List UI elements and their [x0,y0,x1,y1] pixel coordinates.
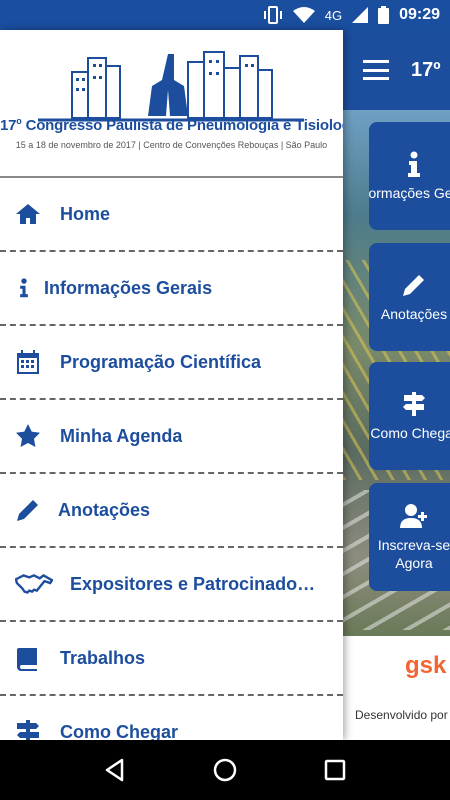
wifi-icon [292,7,315,23]
add-user-icon [400,503,427,528]
tile-informacoes-gerais[interactable]: Informações Gerais [369,122,450,230]
drawer-header: 17o Congresso Paulista de Pneumologia e … [0,30,343,178]
drawer-item-programacao-cientifica[interactable]: Programação Científica [0,326,343,400]
pencil-icon [403,274,424,296]
system-nav-bar [0,740,450,800]
app-title: 17º [411,58,441,81]
app-bar: 17º [343,30,450,110]
drawer-item-anotacoes[interactable]: Anotações [0,474,343,548]
battery-icon [378,6,390,24]
calendar-icon [14,348,42,376]
drawer-item-label: Informações Gerais [44,277,213,298]
drawer-item-informacoes-gerais[interactable]: Informações Gerais [0,252,343,326]
vibrate-icon [263,6,282,24]
tile-label: Anotações [380,305,448,322]
drawer-item-expositores[interactable]: Expositores e Patrocinadores [0,548,343,622]
back-icon[interactable] [102,757,128,783]
tile-label: Como Chegar [370,424,450,441]
signpost-icon [14,718,42,740]
drawer-item-label: Como Chegar [60,721,179,741]
clock: 09:29 [399,6,440,23]
info-icon [408,151,420,177]
gsk-logo: gsk [405,652,447,679]
drawer-item-label: Minha Agenda [60,425,183,446]
signal-icon [352,7,369,23]
drawer-item-trabalhos[interactable]: Trabalhos [0,622,343,696]
drawer-item-label: Programação Científica [60,351,262,372]
home-icon [14,200,42,228]
tile-anotacoes[interactable]: Anotações [369,243,450,351]
status-bar: 4G 09:29 [0,0,450,30]
signpost-icon [403,391,425,416]
drawer-item-label: Expositores e Patrocinadores [70,573,320,594]
recents-icon[interactable] [322,757,348,783]
home-circle-icon[interactable] [212,757,238,783]
drawer-item-label: Trabalhos [60,647,146,668]
info-icon [14,274,34,302]
handshake-icon [14,570,54,598]
drawer-item-label: Home [60,203,111,224]
menu-icon[interactable] [363,60,389,80]
drawer-item-label: Anotações [58,499,151,520]
developer-credit: Desenvolvido por [355,708,448,722]
tile-label: Informações Gerais [369,184,450,201]
drawer-item-home[interactable]: Home [0,178,343,252]
drawer-item-minha-agenda[interactable]: Minha Agenda [0,400,343,474]
tile-como-chegar[interactable]: Como Chegar [369,362,450,470]
congress-logo [38,51,304,122]
tile-inscreva-se[interactable]: Inscreva-se Agora [369,483,450,591]
congress-subtitle: 15 a 18 de novembro de 2017 | Centro de … [15,140,328,150]
star-icon [14,422,42,450]
book-icon [14,644,42,672]
tile-label: Inscreva-se Agora [377,536,450,571]
drawer-item-como-chegar[interactable]: Como Chegar [0,696,343,740]
navigation-drawer: 17o Congresso Paulista de Pneumologia e … [0,30,343,740]
network-type: 4G [324,7,343,23]
pencil-icon [14,496,42,524]
congress-title: 17o Congresso Paulista de Pneumologia e … [0,116,343,134]
